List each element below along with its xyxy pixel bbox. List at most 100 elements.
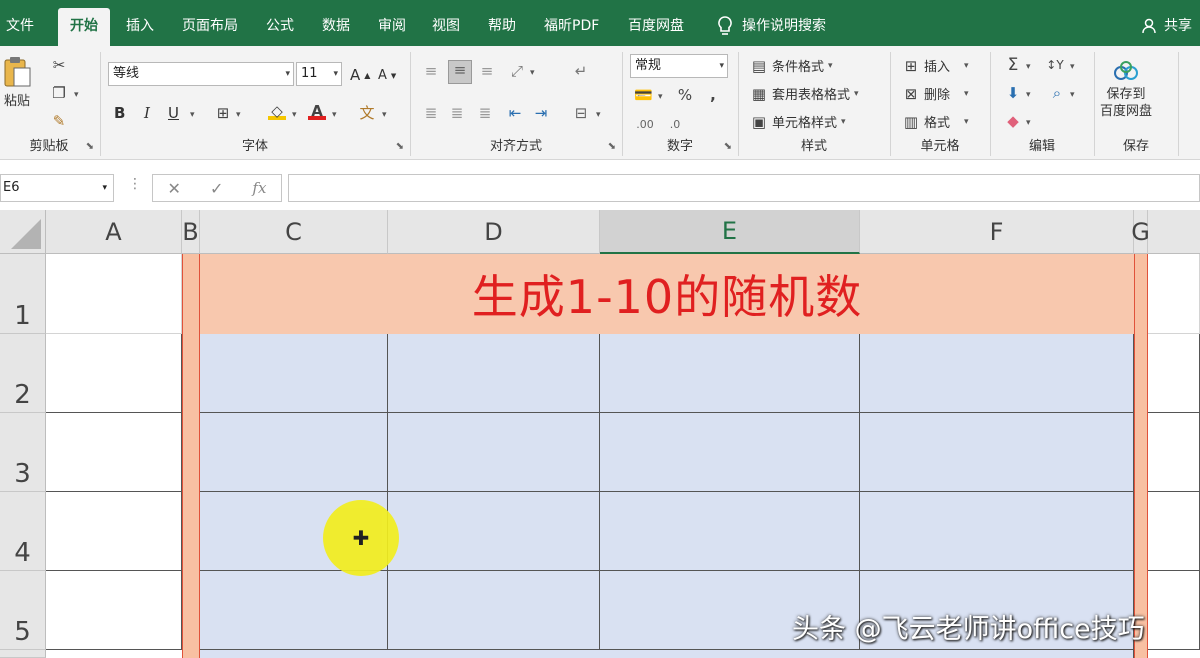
sort-filter-icon[interactable]: ↕Y	[1046, 56, 1064, 74]
select-all-button[interactable]	[0, 210, 46, 254]
cell-f4[interactable]	[860, 492, 1134, 571]
cell-a5[interactable]	[46, 571, 182, 650]
cell-e4[interactable]	[600, 492, 860, 571]
tab-file[interactable]: 文件	[6, 8, 34, 46]
cell-d5[interactable]	[388, 571, 600, 650]
copy-icon[interactable]: ❐	[50, 84, 68, 102]
column-g-stripe[interactable]	[1134, 254, 1148, 658]
align-center-icon[interactable]: ≣	[448, 104, 466, 122]
font-color-icon[interactable]: A	[308, 102, 326, 120]
underline-dropdown-icon[interactable]: ▾	[190, 110, 195, 120]
cell-c3[interactable]	[200, 413, 388, 492]
increase-indent-icon[interactable]: ⇥	[532, 104, 550, 122]
delete-cells-button[interactable]: ⊠ 删除 ▾	[902, 84, 969, 104]
row-header-5[interactable]: 5	[0, 571, 46, 650]
format-cells-button[interactable]: ▥ 格式 ▾	[902, 112, 969, 132]
share-button[interactable]: 共享	[1142, 8, 1192, 44]
sort-dropdown-icon[interactable]: ▾	[1070, 62, 1075, 72]
accounting-dropdown-icon[interactable]: ▾	[658, 92, 663, 102]
conditional-formatting-button[interactable]: ▤ 条件格式 ▾	[750, 56, 833, 76]
cell-c2[interactable]	[200, 334, 388, 413]
cut-icon[interactable]: ✂	[50, 56, 68, 74]
column-header-d[interactable]: D	[388, 210, 600, 254]
cell-a2[interactable]	[46, 334, 182, 413]
shrink-font-button[interactable]: A ▼	[378, 68, 396, 83]
tab-view[interactable]: 视图	[432, 8, 460, 46]
cell-a1[interactable]	[46, 254, 182, 334]
cell-h1[interactable]	[1148, 254, 1200, 334]
column-header-f[interactable]: F	[860, 210, 1134, 254]
tab-baidu-netdisk[interactable]: 百度网盘	[628, 8, 684, 46]
save-to-baidu-button[interactable]: 保存到 百度网盘	[1100, 60, 1152, 120]
decrease-decimal-icon[interactable]: .0	[666, 116, 684, 134]
phonetic-dropdown-icon[interactable]: ▾	[382, 110, 387, 120]
font-launcher-icon[interactable]: ⬊	[396, 141, 404, 152]
title-banner[interactable]: 生成1-10的随机数	[200, 254, 1134, 334]
cell-d2[interactable]	[388, 334, 600, 413]
tab-help[interactable]: 帮助	[488, 8, 516, 46]
cell-h2[interactable]	[1148, 334, 1200, 413]
cell-a3[interactable]	[46, 413, 182, 492]
percent-icon[interactable]: %	[676, 86, 694, 104]
tab-foxit-pdf[interactable]: 福昕PDF	[544, 8, 599, 46]
row-header-3[interactable]: 3	[0, 413, 46, 492]
tab-insert[interactable]: 插入	[126, 8, 154, 46]
clear-dropdown-icon[interactable]: ▾	[1026, 118, 1031, 128]
decrease-indent-icon[interactable]: ⇤	[506, 104, 524, 122]
accounting-format-icon[interactable]: 💳	[634, 86, 653, 104]
row-header-2[interactable]: 2	[0, 334, 46, 413]
top-align-icon[interactable]: ≡	[422, 62, 440, 80]
tab-page-layout[interactable]: 页面布局	[182, 8, 238, 46]
fill-down-icon[interactable]: ⬇	[1004, 84, 1022, 102]
column-header-a[interactable]: A	[46, 210, 182, 254]
row-header-1[interactable]: 1	[0, 254, 46, 334]
row-6-partial[interactable]	[200, 650, 1134, 658]
find-select-icon[interactable]: ⌕	[1048, 84, 1066, 102]
fill-dropdown-icon[interactable]: ▾	[1026, 90, 1031, 100]
grow-font-button[interactable]: A ▲	[350, 66, 370, 84]
number-format-select[interactable]: 常规 ▾	[630, 54, 728, 78]
cell-styles-button[interactable]: ▣ 单元格样式 ▾	[750, 112, 846, 132]
row-header-4[interactable]: 4	[0, 492, 46, 571]
insert-function-icon[interactable]: fx	[252, 179, 266, 197]
name-box[interactable]: E6 ▾	[0, 174, 114, 202]
fill-color-icon[interactable]: ◇	[268, 102, 286, 120]
font-size-select[interactable]: 11 ▾	[296, 62, 342, 86]
middle-align-icon[interactable]: ≡	[448, 60, 472, 84]
cell-h3[interactable]	[1148, 413, 1200, 492]
autosum-icon[interactable]: Σ	[1004, 56, 1022, 74]
font-name-select[interactable]: 等线 ▾	[108, 62, 294, 86]
format-as-table-button[interactable]: ▦ 套用表格格式 ▾	[750, 84, 859, 104]
align-left-icon[interactable]: ≣	[422, 104, 440, 122]
number-launcher-icon[interactable]: ⬊	[724, 141, 732, 152]
tab-data[interactable]: 数据	[322, 8, 350, 46]
borders-dropdown-icon[interactable]: ▾	[236, 110, 241, 120]
tab-review[interactable]: 审阅	[378, 8, 406, 46]
column-header-b[interactable]: B	[182, 210, 200, 254]
alignment-launcher-icon[interactable]: ⬊	[608, 141, 616, 152]
tab-home[interactable]: 开始	[58, 8, 110, 46]
bold-button[interactable]: B	[114, 104, 125, 122]
align-right-icon[interactable]: ≣	[476, 104, 494, 122]
paste-button[interactable]: 粘贴	[2, 56, 32, 109]
cell-h4[interactable]	[1148, 492, 1200, 571]
find-dropdown-icon[interactable]: ▾	[1070, 90, 1075, 100]
merge-dropdown-icon[interactable]: ▾	[596, 110, 601, 120]
merge-center-icon[interactable]: ⊟	[572, 104, 590, 122]
wrap-text-icon[interactable]: ↵	[572, 62, 590, 80]
cell-f2[interactable]	[860, 334, 1134, 413]
row-header-6[interactable]	[0, 650, 46, 658]
column-header-g[interactable]: G	[1131, 210, 1150, 254]
formula-input[interactable]	[288, 174, 1200, 202]
cell-e3[interactable]	[600, 413, 860, 492]
phonetic-guide-icon[interactable]: 文	[358, 104, 376, 122]
tab-formulas[interactable]: 公式	[266, 8, 294, 46]
column-header-c[interactable]: C	[200, 210, 388, 254]
drag-handle-icon[interactable]: ⋮	[128, 176, 142, 192]
orientation-icon[interactable]: ⤢	[508, 62, 526, 80]
font-color-dropdown-icon[interactable]: ▾	[332, 110, 337, 120]
italic-button[interactable]: I	[144, 104, 150, 122]
fill-color-dropdown-icon[interactable]: ▾	[292, 110, 297, 120]
autosum-dropdown-icon[interactable]: ▾	[1026, 62, 1031, 72]
cell-h5[interactable]	[1148, 571, 1200, 650]
